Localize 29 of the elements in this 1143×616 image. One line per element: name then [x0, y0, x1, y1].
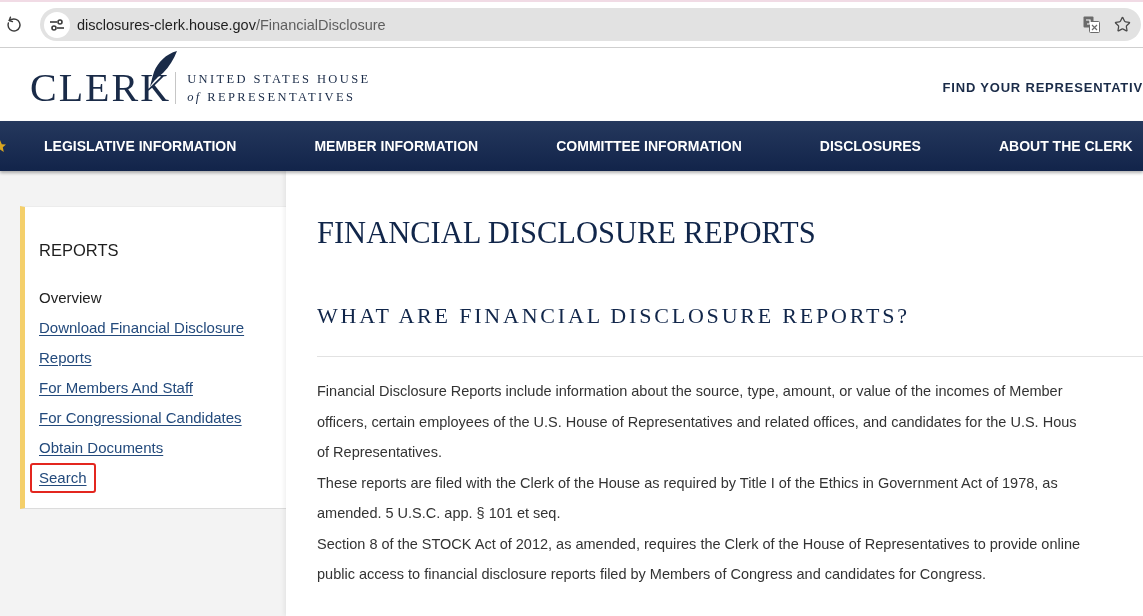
sidebar-link[interactable]: Download Financial Disclosure Reports: [39, 313, 276, 373]
address-bar[interactable]: disclosures-clerk.house.gov/FinancialDisclosure: [40, 8, 1141, 41]
nav-link[interactable]: DISCLOSURES: [819, 138, 921, 154]
site-info-button[interactable]: [44, 11, 70, 38]
body-paragraph: These reports are filed with the Clerk of the House as required by Title I of the Ethics in Government Act of 1978, as amended. 5 U.S.C. app. § 101 et seq.: [317, 473, 1058, 523]
nav-link[interactable]: LEGISLATIVE INFORMATION: [44, 138, 237, 154]
nav-link[interactable]: COMMITTEE INFORMATION: [556, 138, 742, 154]
logo-subtitle: of REPRESENTATIVES: [187, 88, 356, 106]
logo-wordmark[interactable]: CLERK: [30, 67, 172, 108]
sidebar-link[interactable]: For Members And Staff: [39, 373, 193, 403]
bookmark-star-icon[interactable]: [1114, 16, 1131, 33]
nav-link[interactable]: MEMBER INFORMATION: [314, 138, 479, 154]
sidebar-link[interactable]: Obtain Documents: [39, 433, 164, 463]
nav-link[interactable]: ABOUT THE CLERK: [998, 138, 1133, 154]
find-representative-link[interactable]: FIND YOUR REPRESENTATIV: [942, 79, 1143, 95]
star-icon: [0, 140, 6, 152]
body-paragraph: Financial Disclosure Reports include information about the source, type, amount, or value of the incomes of Member officers, certain employees of the U.S. House of Representatives and related offices, and candidates for the U.S. Hous of Representatives.: [317, 382, 1077, 462]
body-paragraph: Section 8 of the STOCK Act of 2012, as amended, requires the Clerk of the House of Representatives to provide online public access to financial disclosure reports filed by Members of Congress and candidates for Congress.: [317, 534, 1081, 584]
sidebar-link[interactable]: Search: [30, 463, 96, 493]
logo-subtitle: UNITED STATES HOUSE: [187, 70, 371, 88]
sidebar-title: REPORTS: [39, 240, 120, 260]
reload-button[interactable]: [4, 14, 24, 35]
translate-icon[interactable]: [1083, 16, 1100, 33]
sidebar-link[interactable]: Overview: [39, 283, 102, 313]
page-title: FINANCIAL DISCLOSURE REPORTS: [317, 215, 816, 251]
url-text: disclosures-clerk.house.gov/FinancialDisclosure: [77, 16, 387, 33]
section-heading: WHAT ARE FINANCIAL DISCLOSURE REPORTS?: [317, 302, 910, 330]
sidebar-link[interactable]: For Congressional Candidates: [39, 403, 242, 433]
sliders-icon: [50, 18, 64, 31]
